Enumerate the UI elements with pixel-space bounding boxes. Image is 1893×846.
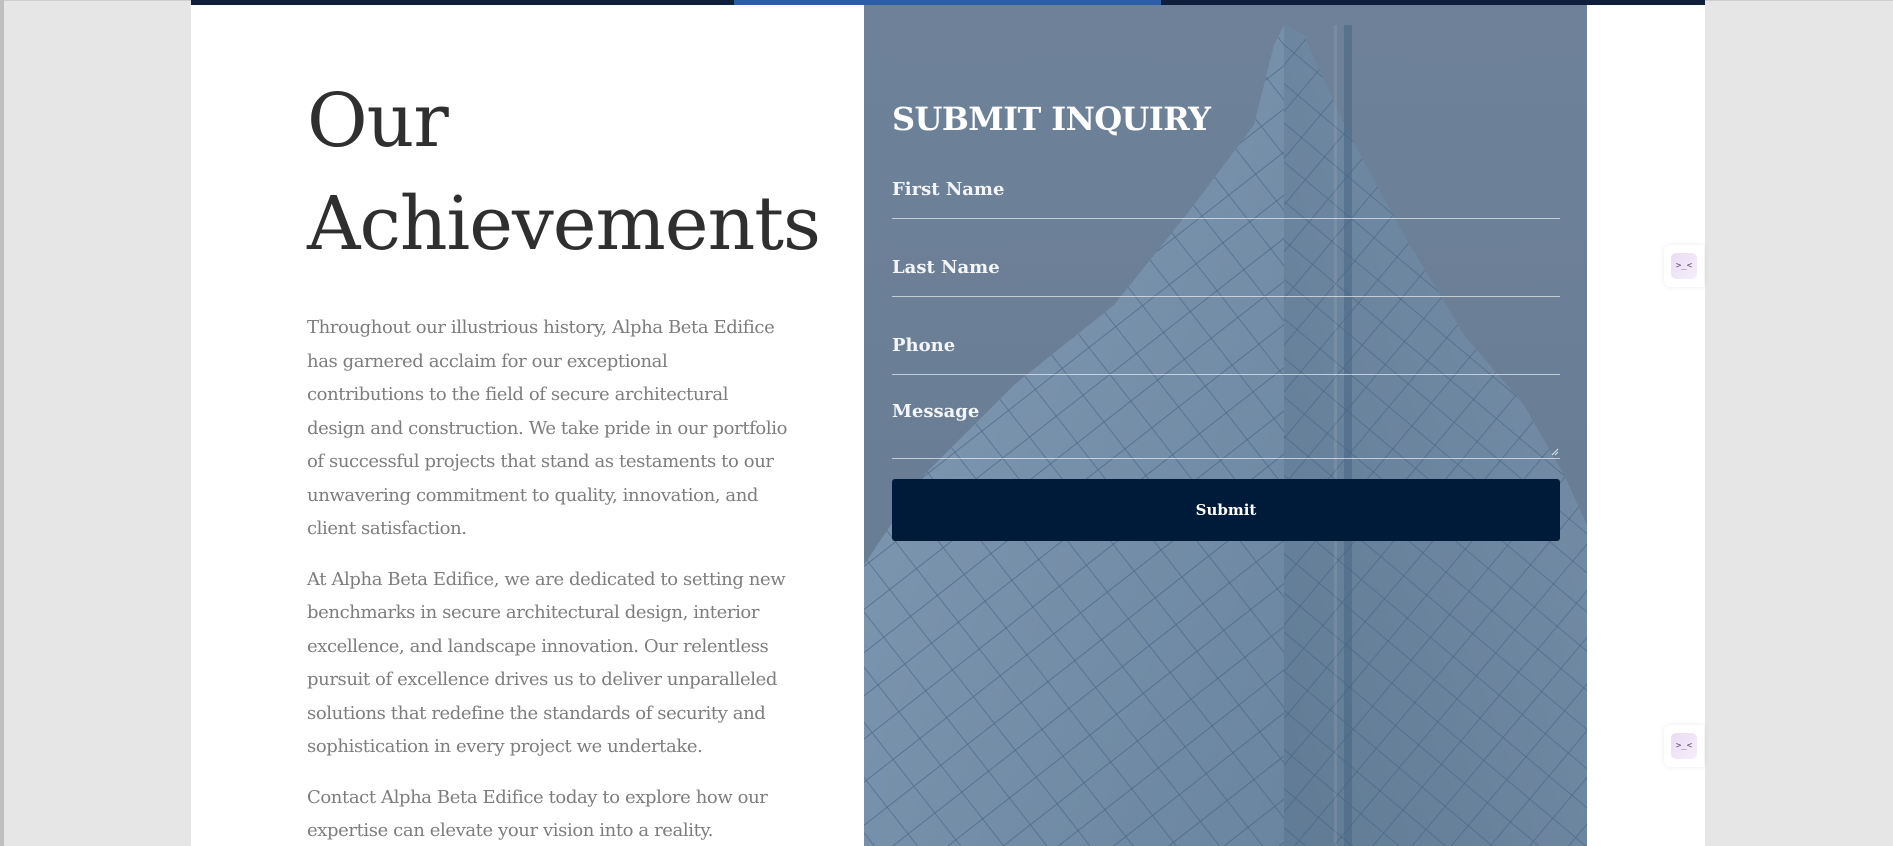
achievements-paragraph-1: Throughout our illustrious history, Alph… [307,317,788,539]
heading-line-1: Our [307,78,449,164]
achievements-paragraph-2: At Alpha Beta Edifice, we are dedicated … [307,568,786,758]
floating-widget-2[interactable]: >_< [1664,725,1704,767]
achievements-section: Our Achievements Throughout our illustri… [307,70,821,846]
achievements-heading: Our Achievements [307,70,821,276]
submit-button[interactable]: Submit [892,479,1560,541]
achievements-paragraph-3: Contact Alpha Beta Edifice today to expl… [307,786,768,842]
terminal-face-icon: >_< [1671,733,1697,759]
page-container: Our Achievements Throughout our illustri… [191,0,1705,846]
message-textarea[interactable] [892,395,1560,453]
last-name-field-wrapper [892,247,1560,297]
message-field-wrapper [892,395,1560,459]
last-name-input[interactable] [892,247,1560,287]
floating-widget-1[interactable]: >_< [1664,245,1704,287]
heading-line-2: Achievements [307,181,821,267]
first-name-field-wrapper [892,169,1560,219]
left-edge [0,0,4,846]
resize-grip-icon[interactable] [1551,448,1559,456]
phone-field-wrapper [892,325,1560,375]
inquiry-panel: SUBMIT INQUIRY Submit [864,5,1587,846]
first-name-input[interactable] [892,169,1560,209]
terminal-face-icon: >_< [1671,253,1697,279]
form-title: SUBMIT INQUIRY [892,100,1211,138]
viewport: Our Achievements Throughout our illustri… [0,0,1893,846]
phone-input[interactable] [892,325,1560,365]
